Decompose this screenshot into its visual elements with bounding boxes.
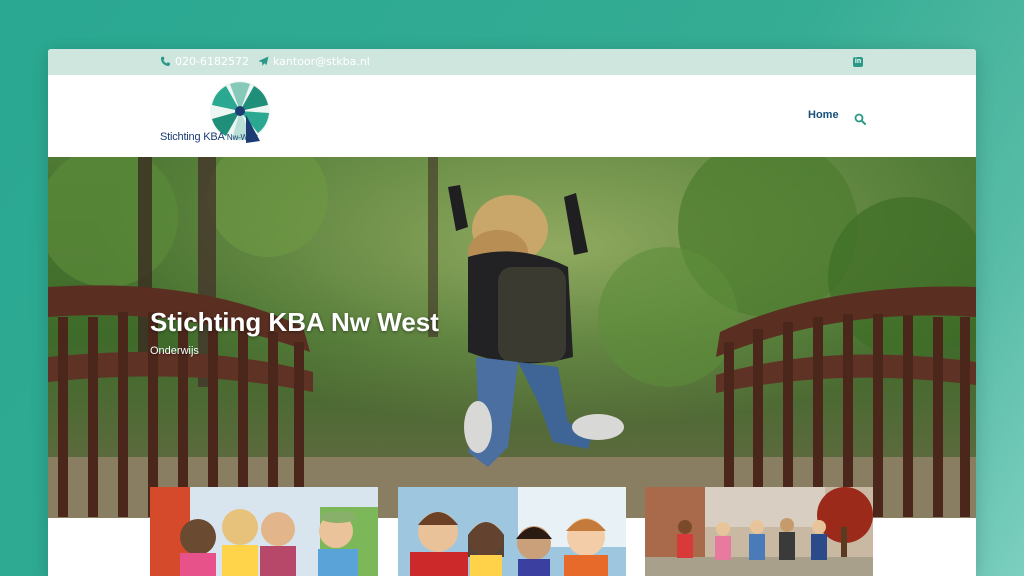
- email-link[interactable]: kantoor@stkba.nl: [258, 55, 370, 68]
- site-header: Stichting KBA Nw-West Home: [48, 75, 976, 157]
- hero-subtitle: Onderwijs: [150, 345, 199, 357]
- linkedin-icon[interactable]: in: [853, 57, 863, 67]
- logo-text-small: Nw-West: [226, 133, 258, 142]
- search-icon[interactable]: [854, 110, 866, 125]
- feature-card-2[interactable]: [398, 487, 626, 576]
- phone-icon: [160, 56, 171, 67]
- hero-banner: Stichting KBA Nw West Onderwijs: [48, 157, 976, 518]
- smiling-kids-image: [398, 487, 626, 576]
- hero-title: Stichting KBA Nw West: [150, 307, 439, 337]
- nav-home-link[interactable]: Home: [808, 109, 839, 121]
- phone-number: 020-6182572: [175, 55, 249, 68]
- logo-text-main: Stichting KBA: [160, 131, 225, 143]
- browser-window: 020-6182572 kantoor@stkba.nl in Stichtin…: [48, 49, 976, 576]
- site-logo[interactable]: Stichting KBA Nw-West: [160, 81, 272, 149]
- children-group-image: [150, 487, 378, 576]
- logo-text: Stichting KBA Nw-West: [160, 131, 258, 143]
- students-walking-image: [645, 487, 873, 576]
- phone-link[interactable]: 020-6182572: [160, 55, 249, 68]
- feature-card-3[interactable]: [645, 487, 873, 576]
- top-contact-bar: 020-6182572 kantoor@stkba.nl in: [48, 49, 976, 75]
- paper-plane-icon: [258, 56, 269, 67]
- feature-card-1[interactable]: [150, 487, 378, 576]
- email-address: kantoor@stkba.nl: [273, 55, 370, 68]
